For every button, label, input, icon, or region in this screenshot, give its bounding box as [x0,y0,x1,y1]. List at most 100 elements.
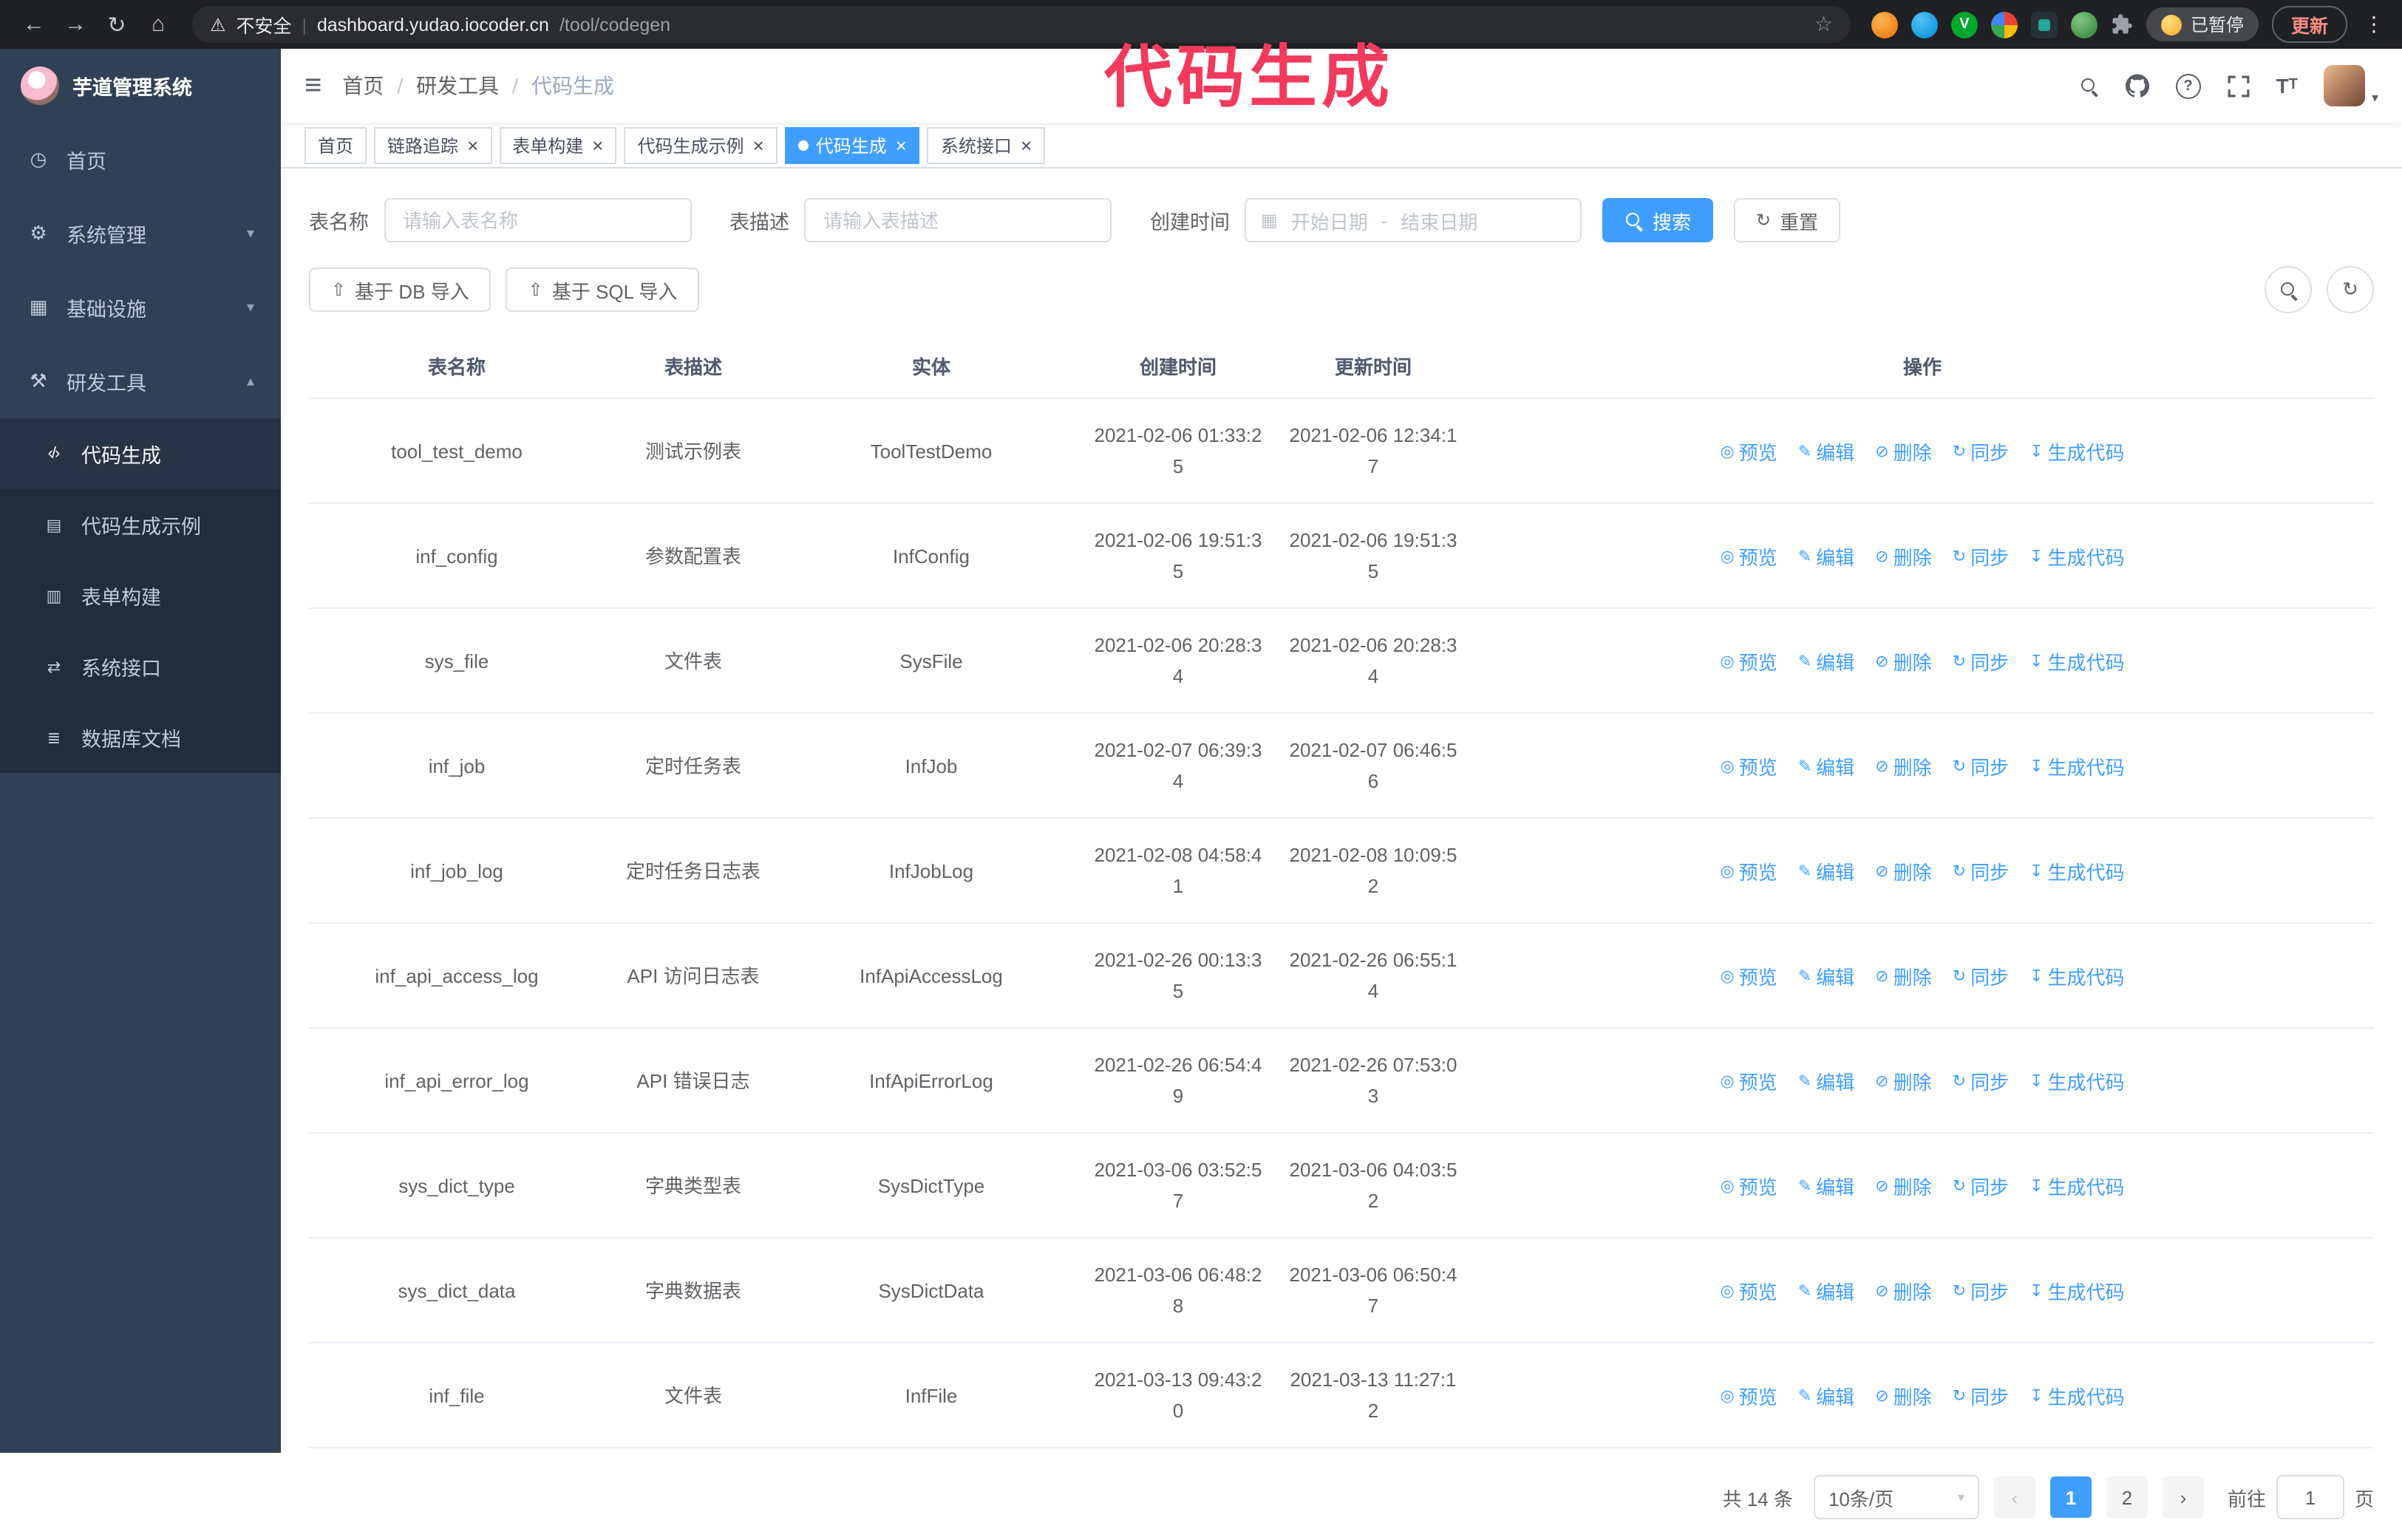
sidebar-item-codegen[interactable]: ‹/› 代码生成 [0,418,281,489]
action-generate[interactable]: ↧ 生成代码 [2030,1381,2124,1412]
action-delete[interactable]: ⊘ 删除 [1875,542,1931,573]
action-delete[interactable]: ⊘ 删除 [1875,1381,1931,1412]
tab-链路追踪[interactable]: 链路追踪 × [374,126,492,163]
action-preview[interactable]: ◎ 预览 [1720,961,1777,992]
profile-paused-chip[interactable]: 已暂停 [2146,7,2259,41]
action-preview[interactable]: ◎ 预览 [1720,1066,1777,1097]
back-icon[interactable]: ← [15,5,53,44]
action-edit[interactable]: ✎ 编辑 [1798,1171,1854,1202]
action-sync[interactable]: ↻ 同步 [1953,437,2009,468]
action-preview[interactable]: ◎ 预览 [1720,1276,1777,1307]
extensions-puzzle-icon[interactable] [2111,13,2133,35]
tab-表单构建[interactable]: 表单构建 × [499,126,617,163]
bookmark-star-icon[interactable]: ☆ [1814,12,1833,37]
action-edit[interactable]: ✎ 编辑 [1798,1381,1854,1412]
action-preview[interactable]: ◎ 预览 [1720,752,1777,783]
action-preview[interactable]: ◎ 预览 [1720,647,1777,678]
action-generate[interactable]: ↧ 生成代码 [2030,437,2124,468]
tab-代码生成[interactable]: 代码生成 × [784,126,920,163]
chrome-update-button[interactable]: 更新 [2271,6,2347,43]
github-icon[interactable] [2125,74,2149,98]
action-delete[interactable]: ⊘ 删除 [1875,647,1931,678]
sidebar-item-home[interactable]: ◷ 首页 [0,123,281,197]
help-icon[interactable]: ? [2175,73,2201,98]
tab-首页[interactable]: 首页 [304,126,367,163]
extension-icon-green-leaf[interactable] [2070,11,2098,38]
extension-icon-dark-card[interactable] [2030,11,2058,38]
action-generate[interactable]: ↧ 生成代码 [2030,856,2124,887]
page-button-2[interactable]: 2 [2106,1476,2148,1518]
refresh-table-button[interactable]: ↻ [2327,266,2374,313]
action-preview[interactable]: ◎ 预览 [1720,856,1777,887]
action-delete[interactable]: ⊘ 删除 [1875,856,1931,887]
sidebar-item-api[interactable]: ⇄ 系统接口 [0,631,281,702]
address-bar[interactable]: ⚠ 不安全 | dashboard.yudao.iocoder.cn /tool… [192,6,1851,43]
table-desc-input[interactable] [804,198,1112,242]
app-logo[interactable]: 芋道管理系统 [0,49,281,123]
action-delete[interactable]: ⊘ 删除 [1875,1276,1931,1307]
extension-icon-green-v[interactable]: V [1950,11,1978,38]
hamburger-icon[interactable]: ≡ [304,71,321,100]
sidebar-item-codegen-example[interactable]: ▤ 代码生成示例 [0,489,281,560]
action-sync[interactable]: ↻ 同步 [1953,856,2009,887]
prev-page-button[interactable]: ‹ [1993,1476,2035,1518]
toggle-search-button[interactable] [2265,266,2312,313]
home-icon[interactable]: ⌂ [139,5,177,44]
breadcrumb-item[interactable]: 首页 [342,71,384,100]
chrome-menu-icon[interactable]: ⋮ [2361,12,2387,37]
close-icon[interactable]: × [1021,135,1032,154]
action-delete[interactable]: ⊘ 删除 [1875,752,1931,783]
reset-button[interactable]: ↻ 重置 [1734,198,1841,242]
action-preview[interactable]: ◎ 预览 [1720,542,1777,573]
action-delete[interactable]: ⊘ 删除 [1875,961,1931,992]
tab-代码生成示例[interactable]: 代码生成示例 × [624,126,778,163]
action-edit[interactable]: ✎ 编辑 [1798,1276,1854,1307]
breadcrumb-item[interactable]: 研发工具 [416,71,499,100]
sidebar-item-db-doc[interactable]: ≣ 数据库文档 [0,702,281,773]
goto-page-input[interactable] [2276,1475,2344,1519]
action-delete[interactable]: ⊘ 删除 [1875,437,1931,468]
action-edit[interactable]: ✎ 编辑 [1798,647,1854,678]
action-generate[interactable]: ↧ 生成代码 [2030,1276,2124,1307]
close-icon[interactable]: × [592,135,603,154]
sidebar-item-infra[interactable]: ▦ 基础设施 ▾ [0,270,281,344]
action-sync[interactable]: ↻ 同步 [1953,647,2009,678]
close-icon[interactable]: × [467,135,478,154]
action-edit[interactable]: ✎ 编辑 [1798,856,1854,887]
action-sync[interactable]: ↻ 同步 [1953,752,2009,783]
next-page-button[interactable]: › [2162,1476,2204,1518]
action-delete[interactable]: ⊘ 删除 [1875,1171,1931,1202]
import-db-button[interactable]: ⇧ 基于 DB 导入 [309,268,491,312]
search-icon[interactable] [2080,76,2099,95]
font-size-icon[interactable]: TT [2276,75,2298,96]
action-generate[interactable]: ↧ 生成代码 [2030,647,2124,678]
action-preview[interactable]: ◎ 预览 [1720,1171,1777,1202]
action-generate[interactable]: ↧ 生成代码 [2030,542,2124,573]
table-name-input[interactable] [384,198,691,242]
tab-系统接口[interactable]: 系统接口 × [927,126,1046,163]
action-generate[interactable]: ↧ 生成代码 [2030,1066,2124,1097]
close-icon[interactable]: × [896,135,907,154]
action-generate[interactable]: ↧ 生成代码 [2030,961,2124,992]
extension-icon-orange[interactable] [1871,11,1898,38]
fullscreen-icon[interactable] [2228,75,2250,97]
action-edit[interactable]: ✎ 编辑 [1798,437,1854,468]
action-delete[interactable]: ⊘ 删除 [1875,1066,1931,1097]
action-edit[interactable]: ✎ 编辑 [1798,752,1854,783]
action-sync[interactable]: ↻ 同步 [1953,1066,2009,1097]
close-icon[interactable]: × [753,135,764,154]
forward-icon[interactable]: → [56,5,95,44]
date-range-picker[interactable]: ▦ 开始日期 - 结束日期 [1245,198,1582,242]
action-preview[interactable]: ◎ 预览 [1720,1381,1777,1412]
action-generate[interactable]: ↧ 生成代码 [2030,752,2124,783]
action-sync[interactable]: ↻ 同步 [1953,961,2009,992]
action-edit[interactable]: ✎ 编辑 [1798,961,1854,992]
extension-icon-multicolor[interactable] [1990,11,2018,38]
user-menu[interactable]: ▾ [2324,65,2378,106]
action-edit[interactable]: ✎ 编辑 [1798,542,1854,573]
action-sync[interactable]: ↻ 同步 [1953,1381,2009,1412]
action-preview[interactable]: ◎ 预览 [1720,437,1777,468]
search-button[interactable]: 搜索 [1602,198,1714,242]
action-sync[interactable]: ↻ 同步 [1953,1171,2009,1202]
action-generate[interactable]: ↧ 生成代码 [2030,1171,2124,1202]
